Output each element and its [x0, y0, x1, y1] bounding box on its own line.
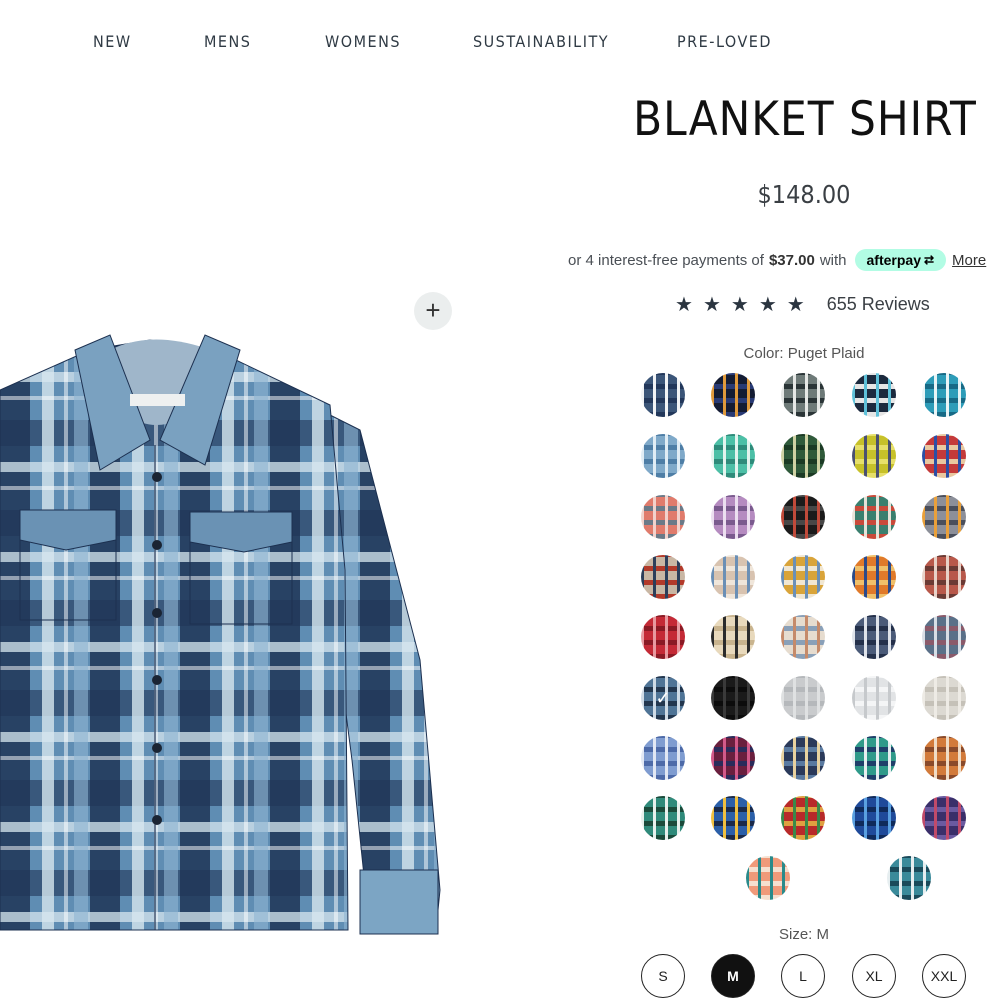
color-swatch[interactable] [922, 495, 966, 539]
nav-item-new[interactable]: NEW [93, 32, 132, 51]
color-swatch[interactable] [711, 615, 755, 659]
star-icon: ★ [702, 293, 721, 316]
color-swatch[interactable] [852, 676, 896, 720]
color-swatch[interactable] [746, 856, 790, 900]
afterpay-amount: $37.00 [768, 251, 815, 269]
afterpay-logo[interactable]: afterpay ⇄ [854, 249, 947, 271]
product-title: BLANKET SHIRT [633, 92, 977, 147]
top-navigation: NEW MENS WOMENS SUSTAINABILITY PRE-LOVED [0, 32, 1000, 56]
size-label: Size: M [778, 926, 829, 943]
color-swatch[interactable] [641, 495, 685, 539]
color-swatch[interactable] [641, 736, 685, 780]
color-swatch[interactable] [711, 555, 755, 599]
nav-item-mens[interactable]: MENS [204, 32, 251, 51]
color-swatch[interactable] [781, 495, 825, 539]
color-swatch[interactable] [641, 615, 685, 659]
nav-item-pre-loved[interactable]: PRE-LOVED [677, 32, 772, 51]
nav-item-womens[interactable]: WOMENS [325, 32, 401, 51]
star-icon: ★ [730, 293, 749, 316]
color-swatch[interactable] [781, 434, 825, 478]
color-swatch[interactable] [922, 736, 966, 780]
color-swatch[interactable] [852, 373, 896, 417]
color-swatch[interactable] [781, 676, 825, 720]
color-swatch[interactable] [922, 676, 966, 720]
size-xxl-button[interactable]: XXL [922, 954, 966, 998]
plus-icon: + [425, 295, 441, 325]
color-swatch[interactable] [711, 373, 755, 417]
color-swatch[interactable] [922, 373, 966, 417]
size-xl-button[interactable]: XL [852, 954, 896, 998]
color-swatch[interactable] [852, 796, 896, 840]
size-l-button[interactable]: L [781, 954, 825, 998]
reviews-link[interactable]: 655 Reviews [827, 294, 930, 315]
color-swatch[interactable] [711, 796, 755, 840]
color-swatch[interactable] [641, 373, 685, 417]
color-swatch[interactable] [852, 736, 896, 780]
check-icon: ✓ [655, 687, 671, 708]
color-swatch[interactable] [922, 796, 966, 840]
color-swatch[interactable] [852, 434, 896, 478]
color-swatch[interactable] [852, 495, 896, 539]
product-price: $148.00 [757, 180, 851, 209]
color-swatch[interactable] [852, 555, 896, 599]
color-swatch[interactable] [641, 555, 685, 599]
color-swatch[interactable] [781, 796, 825, 840]
color-swatch[interactable]: ✓ [641, 676, 685, 720]
color-swatch[interactable] [781, 615, 825, 659]
afterpay-more-link[interactable]: More [952, 252, 986, 269]
color-swatch[interactable] [852, 615, 896, 659]
afterpay-message: or 4 interest-free payments of $37.00 wi… [568, 248, 986, 272]
color-swatch[interactable] [711, 434, 755, 478]
afterpay-brand: afterpay [866, 252, 921, 268]
color-swatch[interactable] [711, 495, 755, 539]
afterpay-arrows-icon: ⇄ [923, 253, 935, 267]
size-m-button[interactable]: M [711, 954, 755, 998]
color-swatch[interactable] [641, 796, 685, 840]
color-swatch[interactable] [781, 373, 825, 417]
star-icon: ★ [675, 293, 693, 316]
color-swatch[interactable] [781, 736, 825, 780]
zoom-button[interactable]: + [414, 292, 452, 330]
color-label: Color: Puget Plaid [743, 345, 865, 362]
afterpay-prefix: or 4 interest-free payments of [568, 251, 764, 269]
product-image[interactable] [0, 330, 450, 960]
rating[interactable]: ★ ★ ★ ★ ★ 655 Reviews [675, 292, 930, 316]
star-icon: ★ [786, 293, 805, 316]
color-swatch[interactable] [711, 736, 755, 780]
color-swatch[interactable] [922, 615, 966, 659]
color-swatch[interactable] [781, 555, 825, 599]
color-swatch[interactable] [711, 676, 755, 720]
afterpay-with: with [819, 251, 847, 269]
size-s-button[interactable]: S [641, 954, 685, 998]
nav-item-sustainability[interactable]: SUSTAINABILITY [473, 32, 609, 51]
color-swatch[interactable] [922, 434, 966, 478]
color-swatch[interactable] [922, 555, 966, 599]
star-icon: ★ [758, 293, 777, 316]
color-swatch[interactable] [887, 856, 931, 900]
color-swatch[interactable] [641, 434, 685, 478]
